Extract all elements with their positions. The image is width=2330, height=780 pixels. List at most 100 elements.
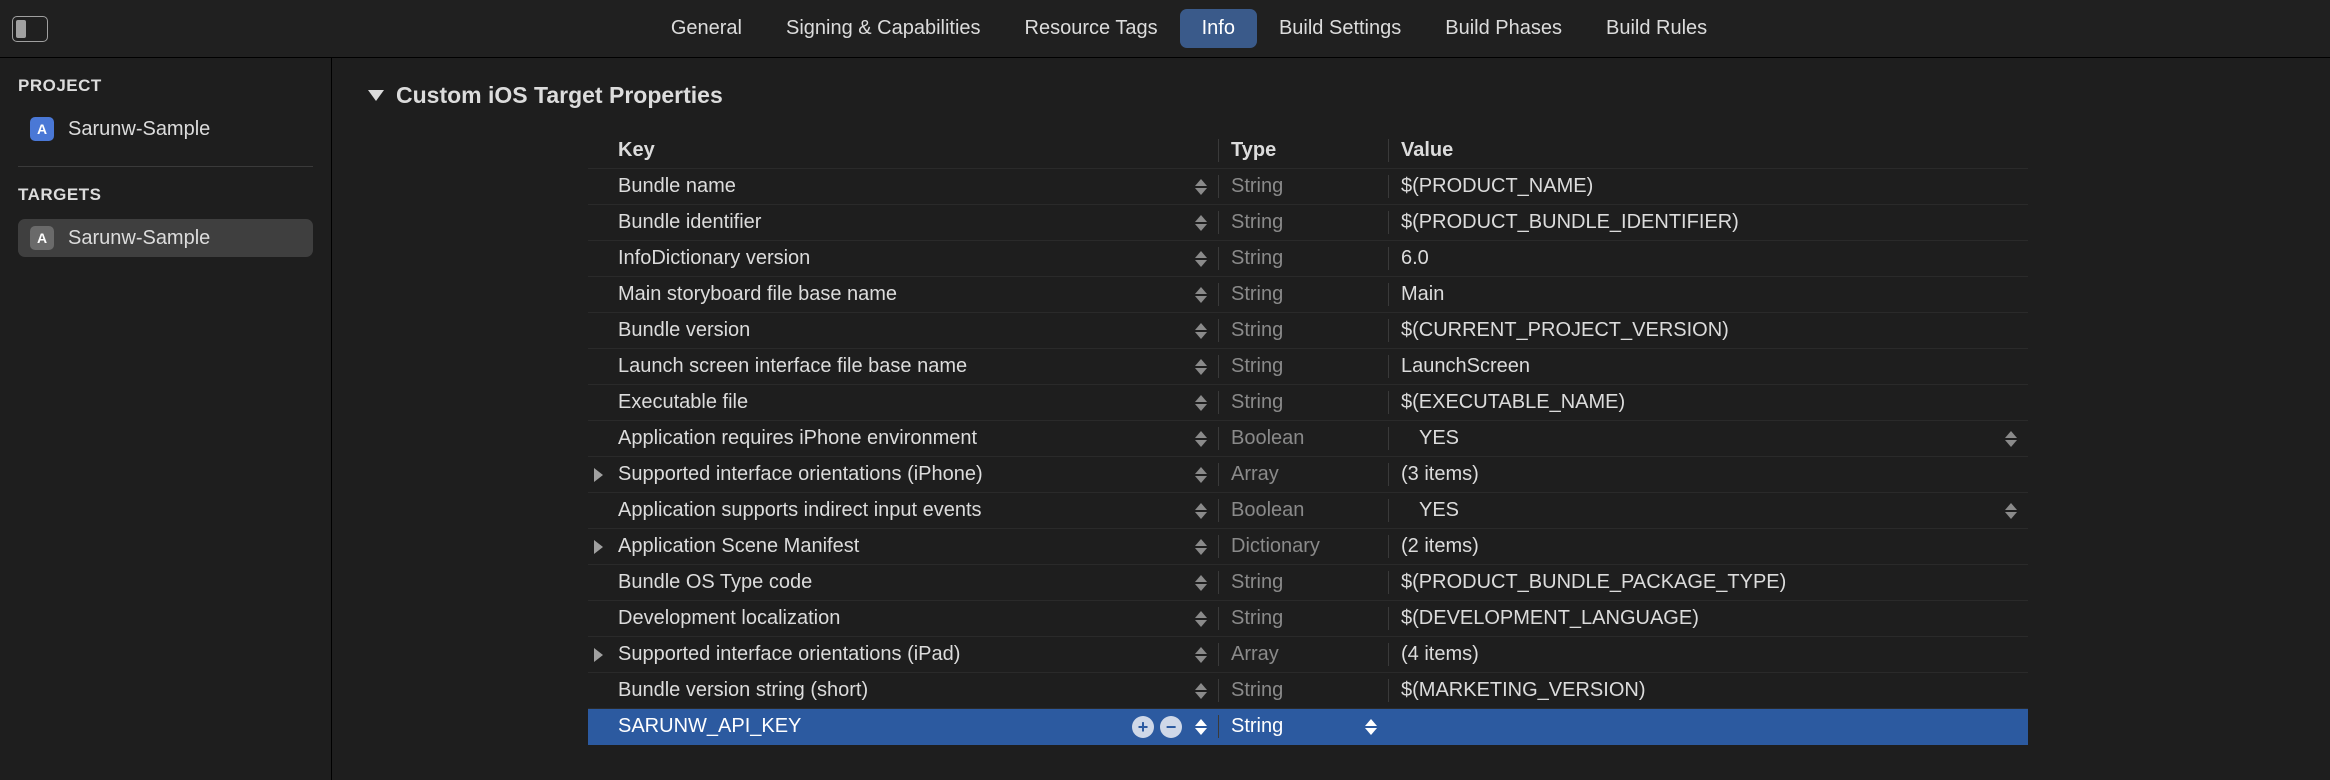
chevron-right-icon[interactable] [594, 468, 603, 482]
key-stepper-icon[interactable] [1194, 284, 1208, 306]
sidebar-item-target[interactable]: A Sarunw-Sample [18, 219, 313, 257]
cell-value[interactable]: $(CURRENT_PROJECT_VERSION) [1388, 319, 2028, 342]
value-stepper-icon[interactable] [2004, 500, 2018, 522]
cell-value[interactable]: YES [1388, 427, 2028, 450]
key-stepper-icon[interactable] [1194, 536, 1208, 558]
key-stepper-icon[interactable] [1194, 176, 1208, 198]
cell-type[interactable]: String [1218, 679, 1388, 702]
cell-type[interactable]: Array [1218, 463, 1388, 486]
tab-build-rules[interactable]: Build Rules [1584, 9, 1729, 48]
key-stepper-icon[interactable] [1194, 716, 1208, 738]
cell-key[interactable]: Supported interface orientations (iPad) [588, 643, 1218, 666]
key-stepper-icon[interactable] [1194, 500, 1208, 522]
cell-key[interactable]: Bundle version string (short) [588, 679, 1218, 702]
table-row[interactable]: Bundle nameString$(PRODUCT_NAME) [588, 169, 2028, 205]
tab-build-phases[interactable]: Build Phases [1423, 9, 1584, 48]
value-stepper-icon[interactable] [2004, 428, 2018, 450]
key-stepper-icon[interactable] [1194, 572, 1208, 594]
tab-general[interactable]: General [649, 9, 764, 48]
cell-key[interactable]: InfoDictionary version [588, 247, 1218, 270]
cell-value[interactable]: 6.0 [1388, 247, 2028, 270]
cell-value[interactable]: LaunchScreen [1388, 355, 2028, 378]
chevron-right-icon[interactable] [594, 648, 603, 662]
cell-type[interactable]: Array [1218, 643, 1388, 666]
cell-key[interactable]: SARUNW_API_KEY+− [588, 715, 1218, 738]
cell-value[interactable]: (3 items) [1388, 463, 2028, 486]
table-row[interactable]: Main storyboard file base nameStringMain [588, 277, 2028, 313]
table-row[interactable]: Bundle version string (short)String$(MAR… [588, 673, 2028, 709]
table-row[interactable]: Bundle OS Type codeString$(PRODUCT_BUNDL… [588, 565, 2028, 601]
cell-type[interactable]: String [1218, 247, 1388, 270]
table-row[interactable]: Application supports indirect input even… [588, 493, 2028, 529]
column-header-type[interactable]: Type [1218, 139, 1388, 162]
key-stepper-icon[interactable] [1194, 464, 1208, 486]
cell-value[interactable]: YES [1388, 499, 2028, 522]
section-header[interactable]: Custom iOS Target Properties [368, 82, 2330, 109]
cell-key[interactable]: Development localization [588, 607, 1218, 630]
cell-key[interactable]: Bundle name [588, 175, 1218, 198]
cell-value[interactable]: $(MARKETING_VERSION) [1388, 679, 2028, 702]
cell-type[interactable]: String [1218, 355, 1388, 378]
cell-value[interactable]: (4 items) [1388, 643, 2028, 666]
tab-info[interactable]: Info [1180, 9, 1257, 48]
cell-key[interactable]: Application supports indirect input even… [588, 499, 1218, 522]
cell-key[interactable]: Launch screen interface file base name [588, 355, 1218, 378]
type-stepper-icon[interactable] [1364, 716, 1378, 738]
cell-type[interactable]: String [1218, 319, 1388, 342]
cell-type[interactable]: String [1218, 391, 1388, 414]
tab-build-settings[interactable]: Build Settings [1257, 9, 1423, 48]
sidebar-item-project[interactable]: A Sarunw-Sample [18, 110, 313, 148]
table-row[interactable]: Supported interface orientations (iPhone… [588, 457, 2028, 493]
cell-key[interactable]: Supported interface orientations (iPhone… [588, 463, 1218, 486]
key-stepper-icon[interactable] [1194, 320, 1208, 342]
table-row[interactable]: Bundle versionString$(CURRENT_PROJECT_VE… [588, 313, 2028, 349]
add-row-button[interactable]: + [1132, 716, 1154, 738]
table-row[interactable]: Executable fileString$(EXECUTABLE_NAME) [588, 385, 2028, 421]
table-row[interactable]: Launch screen interface file base nameSt… [588, 349, 2028, 385]
cell-type[interactable]: Boolean [1218, 499, 1388, 522]
key-stepper-icon[interactable] [1194, 608, 1208, 630]
cell-value[interactable]: $(DEVELOPMENT_LANGUAGE) [1388, 607, 2028, 630]
cell-value[interactable]: Main [1388, 283, 2028, 306]
column-header-key[interactable]: Key [588, 139, 1218, 162]
cell-value[interactable]: $(PRODUCT_BUNDLE_IDENTIFIER) [1388, 211, 2028, 234]
table-row[interactable]: Supported interface orientations (iPad)A… [588, 637, 2028, 673]
panel-toggle-icon[interactable] [12, 16, 48, 42]
column-header-value[interactable]: Value [1388, 139, 2028, 162]
cell-type[interactable]: String [1218, 283, 1388, 306]
cell-value[interactable]: (2 items) [1388, 535, 2028, 558]
key-stepper-icon[interactable] [1194, 392, 1208, 414]
key-stepper-icon[interactable] [1194, 356, 1208, 378]
cell-type[interactable]: String [1218, 211, 1388, 234]
table-row[interactable]: Bundle identifierString$(PRODUCT_BUNDLE_… [588, 205, 2028, 241]
key-stepper-icon[interactable] [1194, 212, 1208, 234]
key-stepper-icon[interactable] [1194, 644, 1208, 666]
table-row[interactable]: InfoDictionary versionString6.0 [588, 241, 2028, 277]
cell-key[interactable]: Bundle OS Type code [588, 571, 1218, 594]
cell-type[interactable]: String [1218, 571, 1388, 594]
cell-type[interactable]: Dictionary [1218, 535, 1388, 558]
table-row[interactable]: Application requires iPhone environmentB… [588, 421, 2028, 457]
cell-value[interactable]: $(PRODUCT_BUNDLE_PACKAGE_TYPE) [1388, 571, 2028, 594]
cell-key[interactable]: Executable file [588, 391, 1218, 414]
key-stepper-icon[interactable] [1194, 428, 1208, 450]
cell-key[interactable]: Bundle version [588, 319, 1218, 342]
cell-key[interactable]: Application requires iPhone environment [588, 427, 1218, 450]
chevron-right-icon[interactable] [594, 540, 603, 554]
table-row[interactable]: Application Scene ManifestDictionary(2 i… [588, 529, 2028, 565]
remove-row-button[interactable]: − [1160, 716, 1182, 738]
key-stepper-icon[interactable] [1194, 248, 1208, 270]
cell-type[interactable]: Boolean [1218, 427, 1388, 450]
cell-key[interactable]: Bundle identifier [588, 211, 1218, 234]
cell-value[interactable]: $(EXECUTABLE_NAME) [1388, 391, 2028, 414]
cell-type[interactable]: String [1218, 715, 1388, 738]
table-row[interactable]: Development localizationString$(DEVELOPM… [588, 601, 2028, 637]
tab-signing-capabilities[interactable]: Signing & Capabilities [764, 9, 1003, 48]
cell-key[interactable]: Main storyboard file base name [588, 283, 1218, 306]
table-row[interactable]: SARUNW_API_KEY+−String [588, 709, 2028, 745]
cell-key[interactable]: Application Scene Manifest [588, 535, 1218, 558]
cell-value[interactable]: $(PRODUCT_NAME) [1388, 175, 2028, 198]
cell-type[interactable]: String [1218, 175, 1388, 198]
tab-resource-tags[interactable]: Resource Tags [1003, 9, 1180, 48]
key-stepper-icon[interactable] [1194, 680, 1208, 702]
